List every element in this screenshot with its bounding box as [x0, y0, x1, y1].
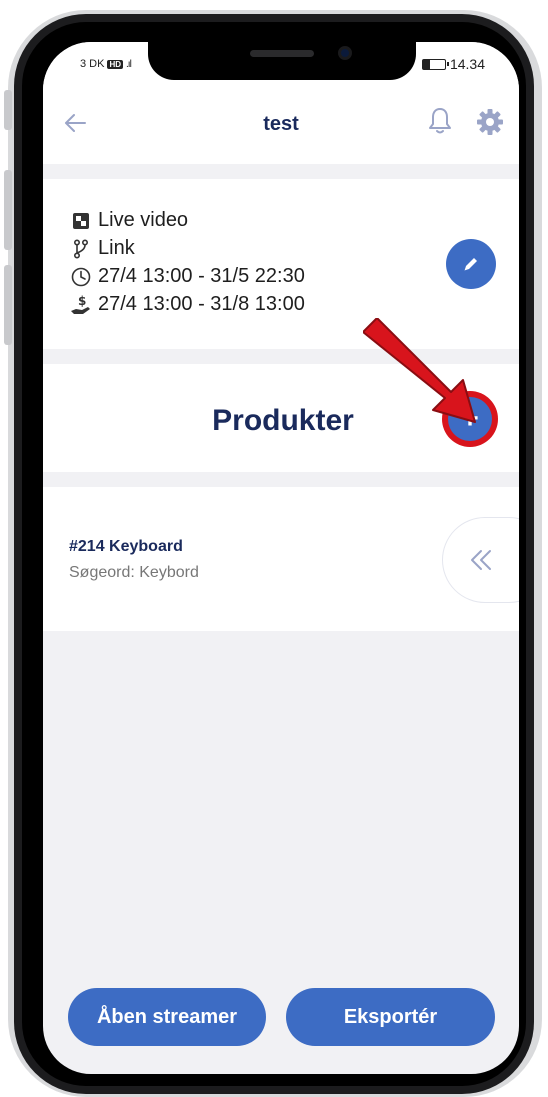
signal-icon: .ıl — [126, 58, 132, 70]
clock: 14.34 — [449, 56, 485, 72]
annotation-arrow — [363, 318, 476, 423]
hd-badge: HD — [107, 59, 124, 69]
bell-icon[interactable] — [426, 106, 454, 136]
export-button[interactable]: Eksportér — [286, 988, 495, 1046]
swipe-handle[interactable] — [442, 517, 519, 603]
event-sales-row: $ 27/4 13:00 - 31/8 13:00 — [70, 293, 305, 316]
front-camera — [338, 46, 352, 60]
product-keywords: Søgeord: Keybord — [69, 564, 199, 581]
phone-side-button — [4, 90, 12, 130]
phone-side-button — [4, 265, 12, 345]
gear-icon[interactable] — [475, 107, 505, 137]
notch — [148, 42, 416, 80]
carrier-label: 3 DK — [80, 58, 105, 70]
video-icon — [70, 210, 92, 232]
product-list-item[interactable]: #214 Keyboard Søgeord: Keybord — [43, 487, 519, 631]
event-type: Live video — [98, 209, 189, 231]
event-access: Link — [98, 237, 135, 259]
event-type-row: Live video — [70, 209, 188, 232]
battery-icon — [421, 58, 449, 70]
event-access-row: Link — [70, 237, 135, 260]
branch-icon — [70, 238, 92, 260]
clock-icon — [70, 266, 92, 288]
app-screen: 3 DK HD .ıl 14.34 test Live video Link 2… — [43, 42, 519, 1074]
product-name: #214 Keyboard — [69, 538, 183, 555]
edit-button[interactable] — [446, 239, 496, 289]
phone-side-button — [4, 170, 12, 250]
battery-level — [422, 59, 430, 69]
app-header: test — [43, 90, 519, 164]
hand-dollar-icon: $ — [70, 294, 92, 316]
event-period: 27/4 13:00 - 31/5 22:30 — [98, 265, 305, 287]
event-period-row: 27/4 13:00 - 31/5 22:30 — [70, 265, 305, 288]
double-chevron-left-icon — [471, 550, 491, 570]
status-right: 14.34 — [421, 56, 485, 72]
event-sales-period: 27/4 13:00 - 31/8 13:00 — [98, 293, 305, 315]
status-left: 3 DK HD .ıl — [80, 58, 132, 70]
svg-text:$: $ — [78, 294, 86, 308]
pencil-icon — [464, 258, 477, 271]
speaker — [250, 50, 314, 57]
open-streamer-button[interactable]: Åben streamer — [68, 988, 266, 1046]
